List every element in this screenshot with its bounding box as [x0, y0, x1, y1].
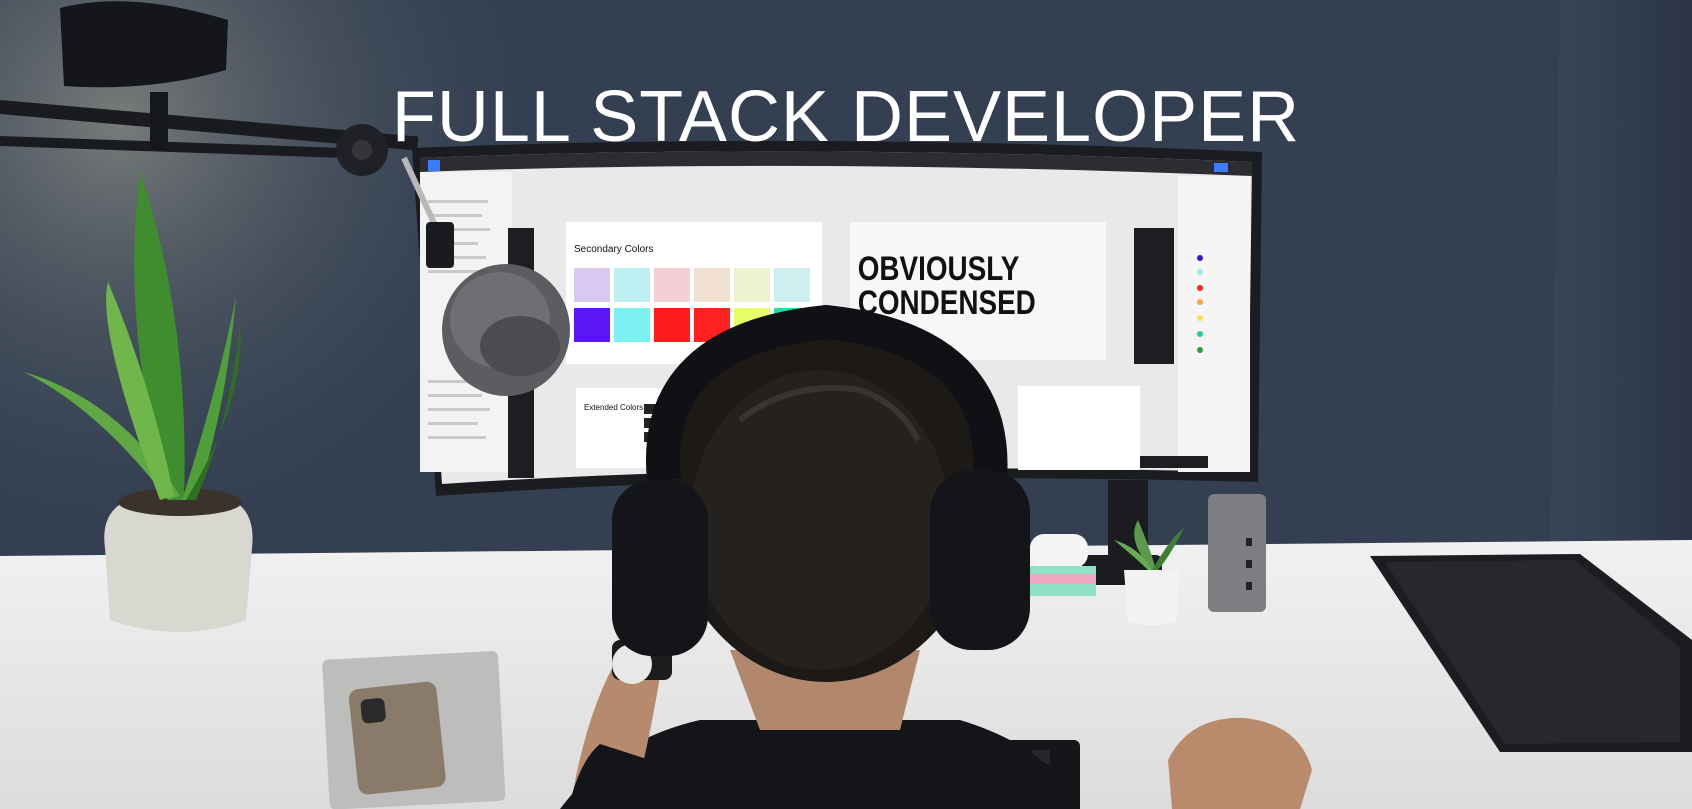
- color-swatch: [614, 308, 650, 342]
- color-swatch: [614, 268, 650, 302]
- color-swatch: [654, 268, 690, 302]
- hero-banner: Secondary Colors OBVIOUSLY CONDENSED Ext…: [0, 0, 1692, 809]
- color-swatch: [654, 308, 690, 342]
- screen-right-panel: [1178, 176, 1250, 472]
- color-swatch: [694, 268, 730, 302]
- hero-title: FULL STACK DEVELOPER: [391, 77, 1301, 158]
- color-swatch: [574, 268, 610, 302]
- hub-icon: [1208, 494, 1266, 612]
- color-swatch: [734, 268, 770, 302]
- color-swatch: [574, 308, 610, 342]
- phone-icon: [322, 651, 506, 809]
- typography-title: OBVIOUSLY: [858, 249, 1020, 287]
- secondary-colors-title: Secondary Colors: [574, 244, 653, 255]
- extended-colors-title: Extended Colors: [584, 403, 643, 412]
- earbuds-case: [1030, 534, 1088, 568]
- color-swatch: [774, 268, 810, 302]
